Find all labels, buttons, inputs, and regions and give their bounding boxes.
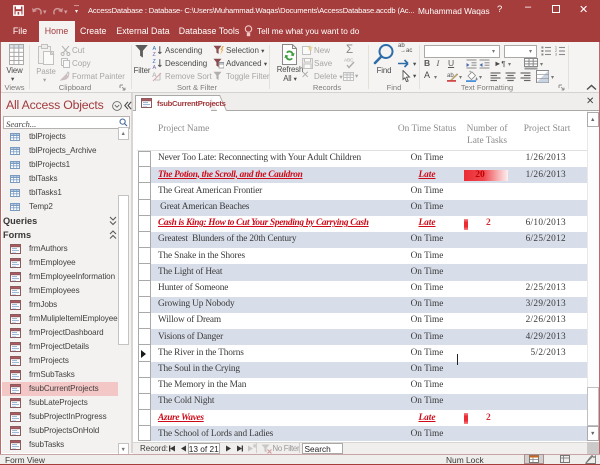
svg-text:3: 3 [555, 53, 557, 56]
svg-text:A: A [153, 65, 157, 69]
svg-text:ABC: ABC [344, 58, 354, 63]
svg-text:Z: Z [153, 52, 157, 56]
